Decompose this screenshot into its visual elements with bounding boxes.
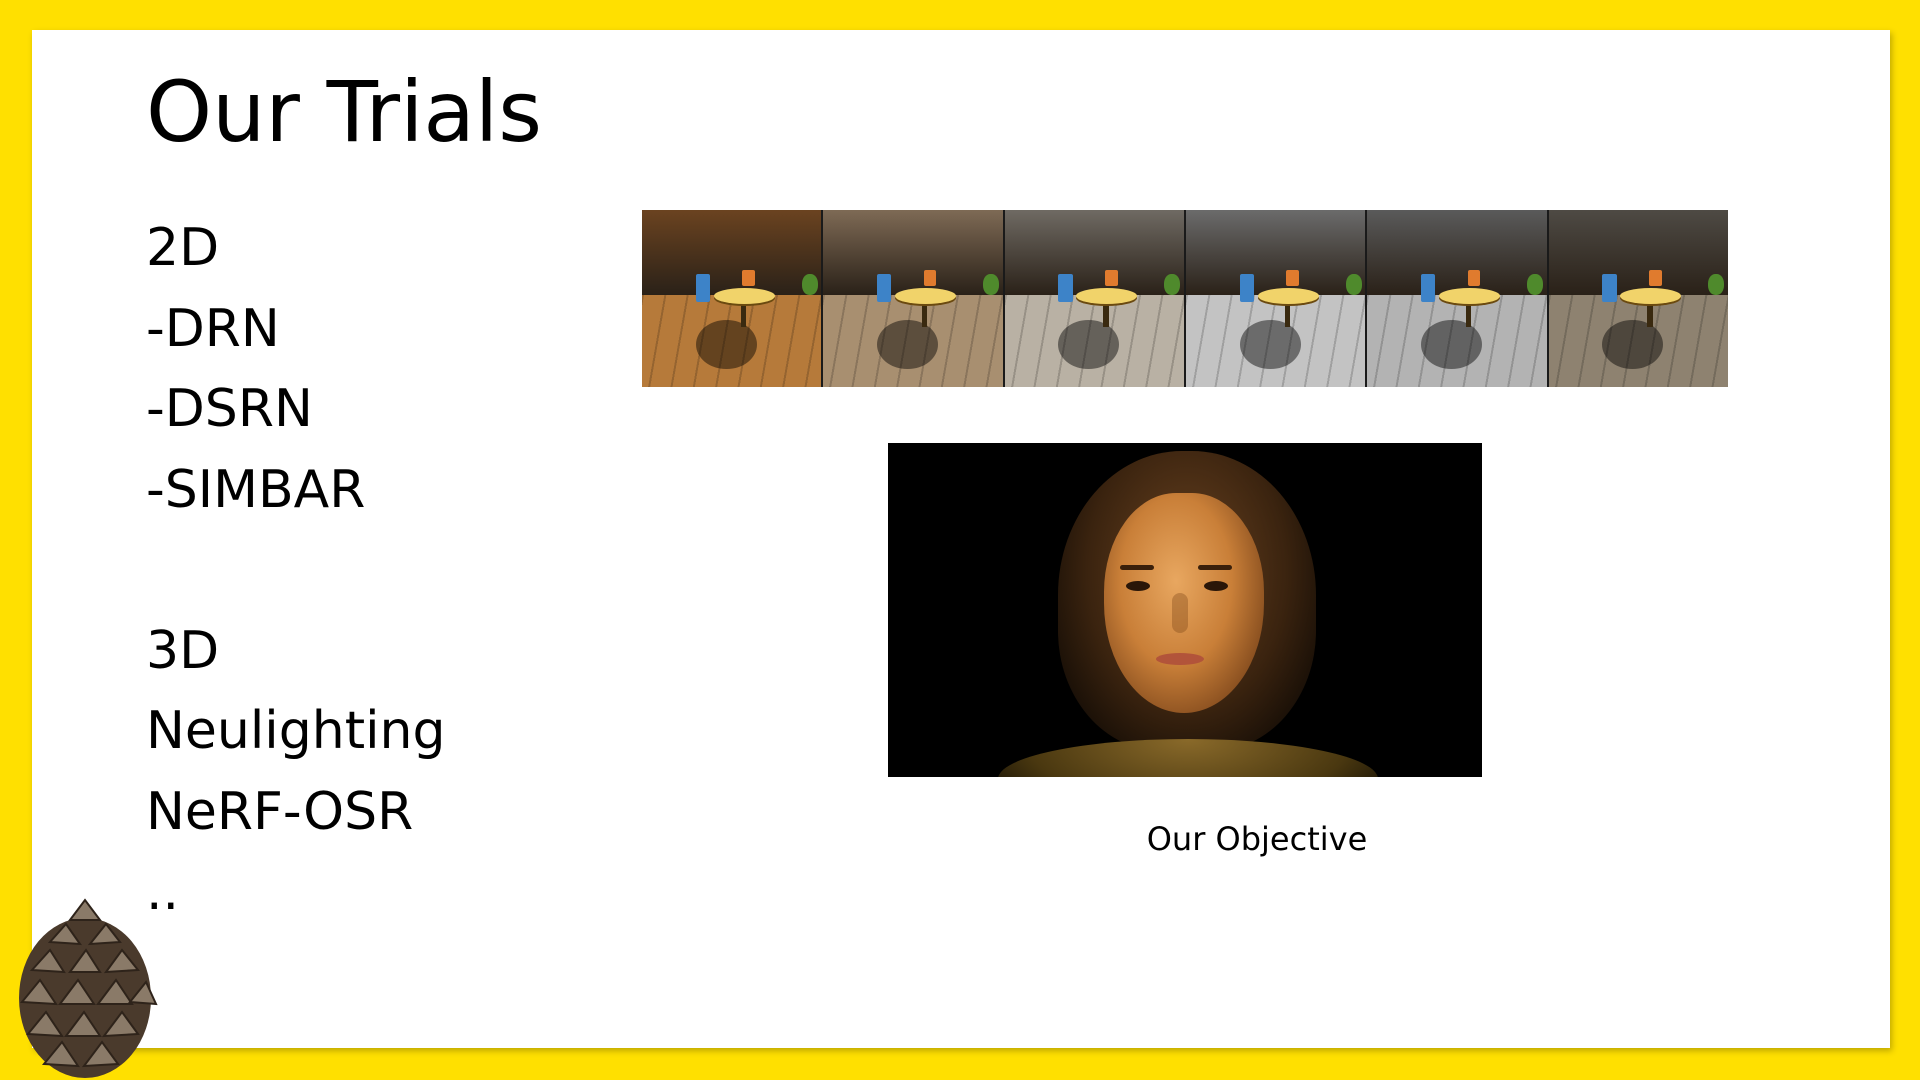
- relighting-frame: [1367, 210, 1549, 387]
- bullet-item: -SIMBAR: [146, 459, 366, 520]
- bullet-item: 3D: [146, 620, 220, 681]
- portrait-eye: [1204, 581, 1228, 591]
- objective-caption: Our Objective: [1146, 820, 1368, 858]
- table-leg: [1103, 302, 1109, 327]
- blue-chair: [1058, 273, 1073, 303]
- bullet-item: NeRF-OSR: [146, 781, 414, 842]
- plant: [1526, 273, 1544, 295]
- relighting-image-strip: [642, 210, 1728, 387]
- blue-chair: [1421, 273, 1436, 303]
- room-wall: [1185, 210, 1366, 295]
- table-shadow: [1239, 319, 1301, 370]
- orange-chair: [1286, 270, 1299, 287]
- portrait-mouth: [1156, 653, 1204, 665]
- room-wall: [1367, 210, 1547, 295]
- pinecone-icon: [19, 898, 158, 1078]
- blue-chair: [1602, 273, 1617, 303]
- blue-chair: [877, 273, 892, 303]
- relighting-frame: [1185, 210, 1368, 387]
- bullet-spacer: [146, 530, 446, 611]
- portrait-video-still: [888, 443, 1482, 777]
- blue-chair: [1239, 273, 1255, 303]
- room-wall: [823, 210, 1003, 295]
- table-leg: [740, 302, 746, 327]
- plant: [982, 273, 1000, 295]
- table-shadow: [695, 319, 757, 370]
- table-leg: [1647, 302, 1653, 327]
- table-leg: [921, 302, 928, 327]
- plant: [1345, 273, 1362, 295]
- table-leg: [1284, 302, 1290, 327]
- orange-chair: [1467, 270, 1481, 287]
- bullet-item: ..: [146, 862, 180, 922]
- orange-chair: [923, 270, 937, 287]
- relighting-frame: [1004, 210, 1186, 387]
- round-table: [1257, 287, 1319, 304]
- room-wall: [1548, 210, 1728, 295]
- slide-frame: Our Trials 2D -DRN -DSRN -SIMBAR 3D Neul…: [0, 0, 1920, 1080]
- round-table: [895, 287, 957, 304]
- relighting-frame: [823, 210, 1005, 387]
- bullet-list: 2D -DRN -DSRN -SIMBAR 3D Neulighting NeR…: [146, 208, 446, 933]
- room-wall: [1004, 210, 1184, 295]
- round-table: [1076, 287, 1138, 304]
- portrait-eye: [1126, 581, 1150, 591]
- bullet-item: -DSRN: [146, 379, 313, 439]
- slide: Our Trials 2D -DRN -DSRN -SIMBAR 3D Neul…: [32, 30, 1890, 1048]
- table-shadow: [1421, 319, 1483, 370]
- orange-chair: [1105, 270, 1118, 287]
- bullet-item: -DRN: [146, 298, 280, 359]
- bullet-item: 2D: [146, 218, 220, 278]
- relighting-frame: [1548, 210, 1728, 387]
- plant: [801, 273, 818, 295]
- round-table: [713, 287, 775, 304]
- portrait-shoulders: [998, 739, 1378, 777]
- portrait-nose: [1172, 593, 1188, 633]
- plant: [1708, 273, 1725, 295]
- slide-title: Our Trials: [146, 63, 543, 161]
- room-wall: [642, 210, 822, 295]
- relighting-frame: [642, 210, 824, 387]
- portrait-brow: [1120, 565, 1154, 570]
- orange-chair: [742, 270, 755, 287]
- round-table: [1439, 287, 1500, 304]
- table-leg: [1465, 302, 1472, 327]
- table-shadow: [877, 319, 939, 370]
- bullet-item: Neulighting: [146, 701, 446, 761]
- plant: [1164, 273, 1181, 295]
- orange-chair: [1649, 270, 1662, 287]
- round-table: [1620, 287, 1682, 304]
- blue-chair: [695, 273, 711, 303]
- portrait-brow: [1198, 565, 1232, 570]
